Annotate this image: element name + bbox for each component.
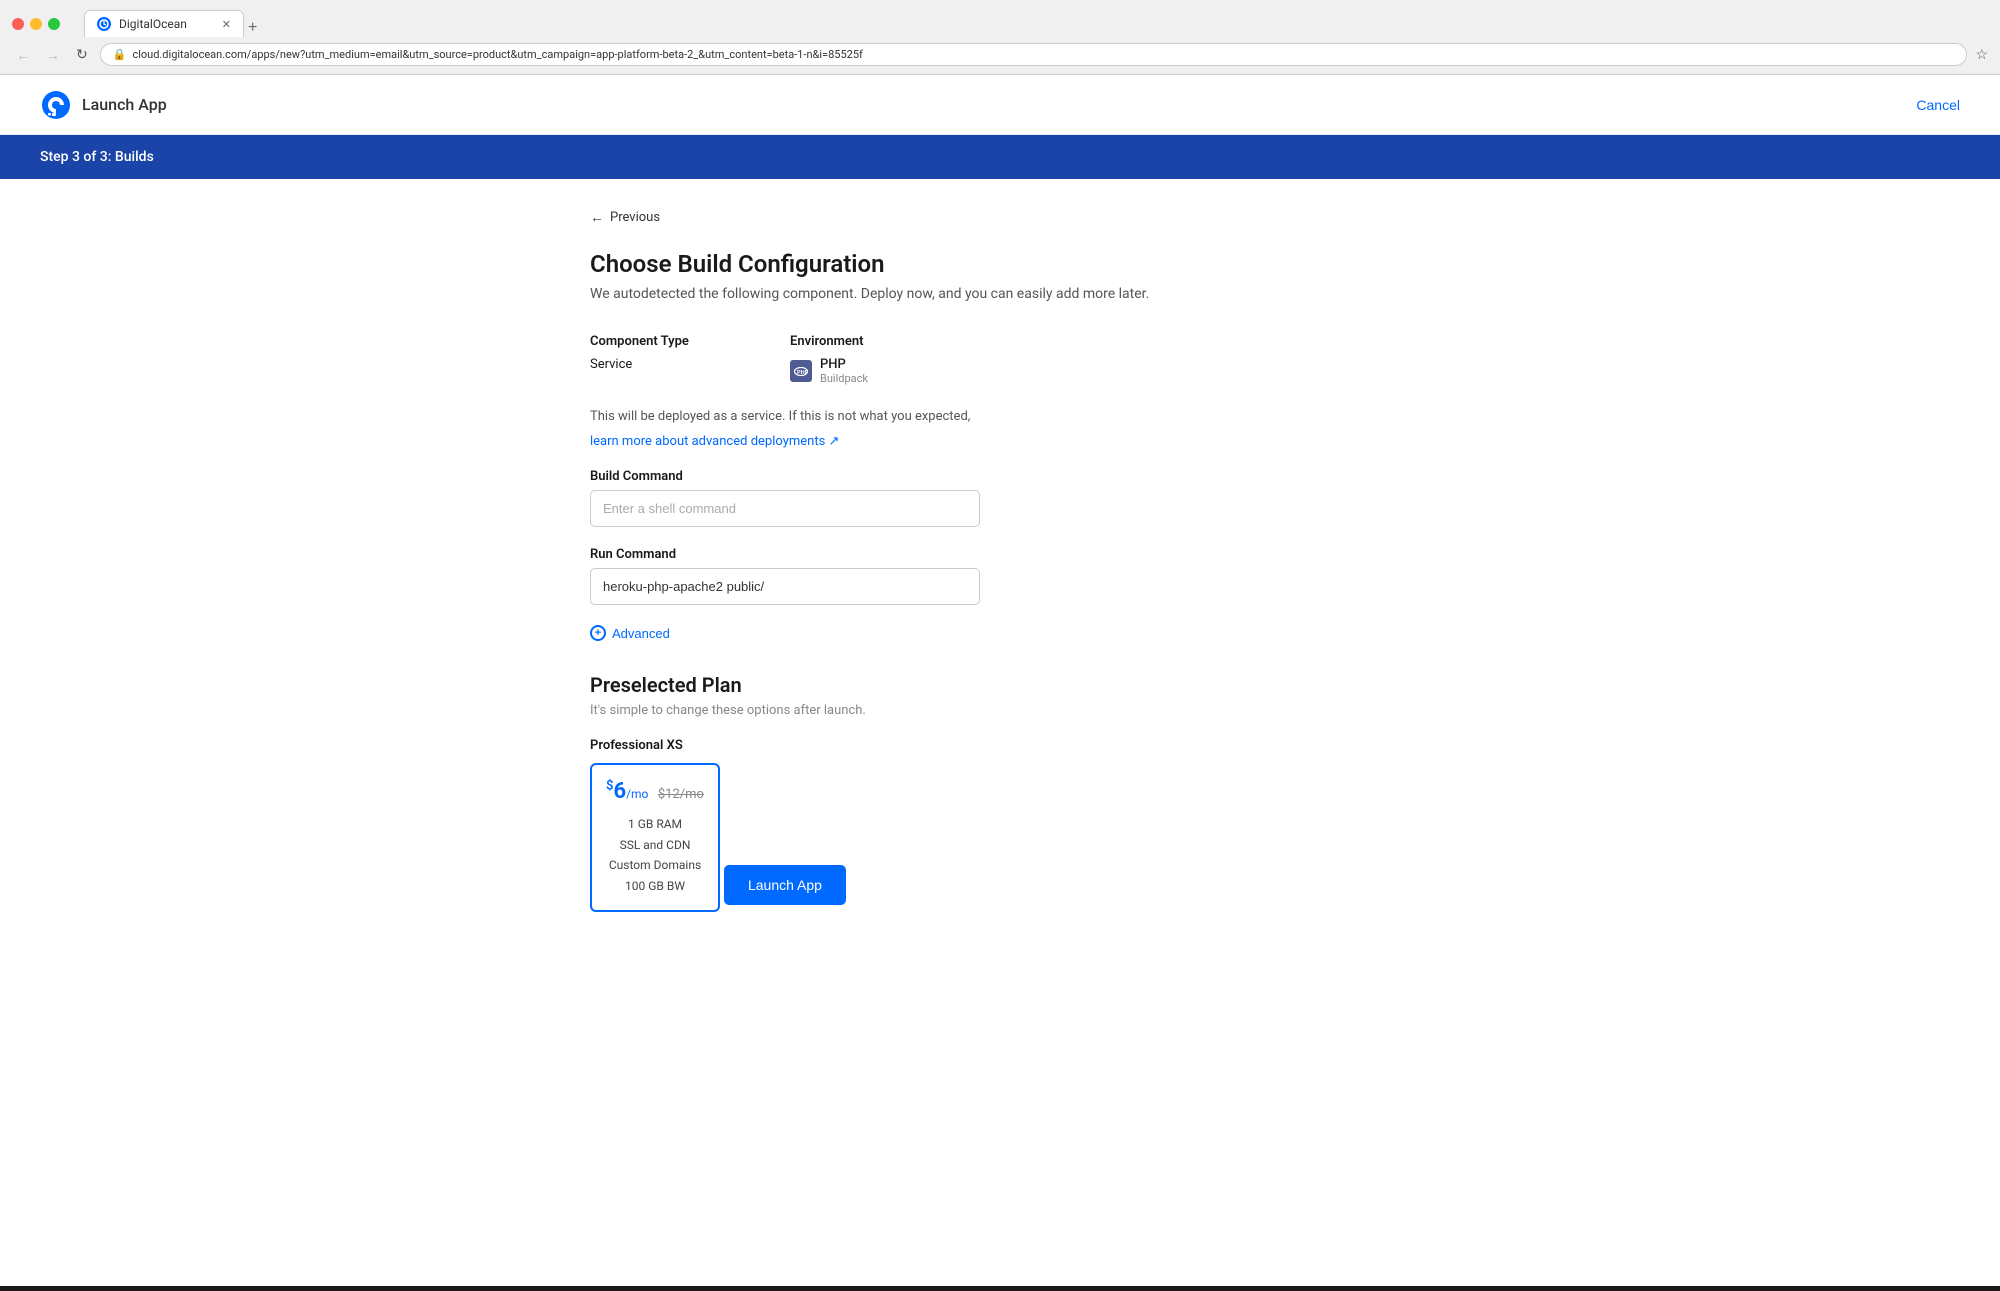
address-bar-row: ← → ↻ 🔒 cloud.digitalocean.com/apps/new?… <box>0 37 2000 74</box>
plan-feature-domains: Custom Domains <box>606 855 704 875</box>
back-button[interactable]: ← <box>12 45 34 65</box>
back-nav-label: Previous <box>610 210 660 225</box>
tab-close-button[interactable]: ✕ <box>222 18 231 31</box>
main-content: ← Previous Choose Build Configuration We… <box>550 179 1450 972</box>
reload-button[interactable]: ↻ <box>72 44 92 65</box>
maximize-traffic-light[interactable] <box>48 18 60 30</box>
env-type: Buildpack <box>820 372 868 385</box>
tab-bar: DigitalOcean ✕ + <box>84 10 1988 37</box>
star-icon[interactable]: ☆ <box>1975 47 1988 63</box>
plan-price-original: $12/mo <box>658 787 704 802</box>
build-command-group: Build Command <box>590 469 1410 527</box>
service-note: This will be deployed as a service. If t… <box>590 409 1410 424</box>
advanced-toggle-button[interactable]: + Advanced <box>590 625 670 641</box>
component-type-label: Component Type <box>590 330 790 353</box>
plan-feature-ram: 1 GB RAM <box>606 814 704 834</box>
launch-app-button[interactable]: Launch App <box>724 865 846 905</box>
advanced-label: Advanced <box>612 626 670 641</box>
plan-feature-ssl: SSL and CDN <box>606 835 704 855</box>
env-info: PHP Buildpack <box>820 357 868 385</box>
app-logo: Launch App <box>40 89 167 121</box>
build-command-input[interactable] <box>590 490 980 527</box>
address-bar[interactable]: 🔒 cloud.digitalocean.com/apps/new?utm_me… <box>100 43 1968 66</box>
traffic-lights <box>12 18 60 30</box>
forward-button[interactable]: → <box>42 45 64 65</box>
component-type-value: Service <box>590 353 790 389</box>
cancel-button[interactable]: Cancel <box>1916 97 1960 113</box>
minimize-traffic-light[interactable] <box>30 18 42 30</box>
new-tab-button[interactable]: + <box>248 19 257 37</box>
step-bar: Step 3 of 3: Builds <box>0 135 2000 179</box>
advanced-deployments-link[interactable]: learn more about advanced deployments ↗ <box>590 434 839 449</box>
environment-label: Environment <box>790 330 1410 353</box>
plan-section-title: Preselected Plan <box>590 673 1410 697</box>
svg-text:PHP: PHP <box>797 370 808 376</box>
lock-icon: 🔒 <box>113 48 127 61</box>
browser-actions: ☆ <box>1975 47 1988 63</box>
app-title: Launch App <box>82 95 167 114</box>
tab-favicon <box>97 17 111 31</box>
app-container: Launch App Cancel Step 3 of 3: Builds ← … <box>0 75 2000 1286</box>
page-title: Choose Build Configuration <box>590 250 1410 278</box>
tab-title: DigitalOcean <box>119 17 187 31</box>
back-nav[interactable]: ← Previous <box>590 209 1410 226</box>
build-command-label: Build Command <box>590 469 1410 484</box>
url-text: cloud.digitalocean.com/apps/new?utm_medi… <box>132 48 862 61</box>
plan-price-current: $6/mo <box>606 779 654 804</box>
env-name: PHP <box>820 357 868 372</box>
close-traffic-light[interactable] <box>12 18 24 30</box>
run-command-input[interactable] <box>590 568 980 605</box>
plan-card[interactable]: $6/mo $12/mo 1 GB RAM SSL and CDN Custom… <box>590 763 720 912</box>
component-info-grid: Component Type Environment Service PHP P… <box>590 330 1410 389</box>
plan-section-subtitle: It's simple to change these options afte… <box>590 703 1410 718</box>
digitalocean-logo <box>40 89 72 121</box>
run-command-label: Run Command <box>590 547 1410 562</box>
page-subtitle: We autodetected the following component.… <box>590 286 1410 302</box>
active-tab[interactable]: DigitalOcean ✕ <box>84 10 244 37</box>
step-label: Step 3 of 3: Builds <box>40 149 154 165</box>
environment-value: PHP PHP Buildpack <box>790 353 1410 389</box>
plan-feature-bw: 100 GB BW <box>606 876 704 896</box>
plan-type-label: Professional XS <box>590 738 1410 753</box>
run-command-group: Run Command <box>590 547 1410 605</box>
back-arrow-icon: ← <box>590 209 604 226</box>
plus-icon: + <box>590 625 606 641</box>
plan-price: $6/mo $12/mo <box>606 779 704 804</box>
php-icon: PHP <box>790 360 812 382</box>
app-header: Launch App Cancel <box>0 75 2000 135</box>
plan-features: 1 GB RAM SSL and CDN Custom Domains 100 … <box>606 814 704 896</box>
browser-chrome: DigitalOcean ✕ + ← → ↻ 🔒 cloud.digitaloc… <box>0 0 2000 75</box>
